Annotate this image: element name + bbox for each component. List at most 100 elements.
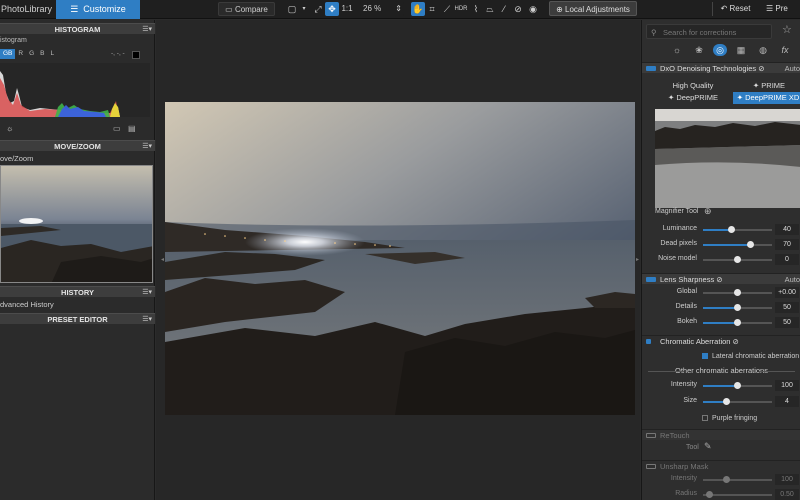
checkbox-unchecked[interactable] [702,415,708,421]
slider-value[interactable]: 40 [775,224,799,235]
slider-knob[interactable] [734,319,741,326]
slider-track[interactable] [703,304,772,311]
panel-menu-icon[interactable]: ☰▾ [142,24,152,35]
slider-ca-size[interactable]: Size 4 [642,396,800,408]
visibility-icon[interactable]: ⊘ [716,275,722,284]
sun-icon[interactable]: ☼ [6,124,13,133]
unsharp-mask-header[interactable]: Unsharp Mask [642,460,800,471]
reset-button[interactable]: ↶ Reset [712,2,758,16]
slider-track[interactable] [703,476,772,483]
checkbox-checked[interactable] [702,353,708,359]
eye-icon[interactable]: ◉ [526,2,540,16]
hdr-icon[interactable]: HDR [454,2,468,16]
slider-knob[interactable] [734,256,741,263]
denoise-toggle[interactable] [646,66,656,71]
slider-value[interactable]: 4 [775,396,799,407]
mode-high-quality[interactable]: High Quality [655,80,731,92]
mode-deepprime[interactable]: ✦ DeepPRIME [655,92,731,104]
purple-fringing-checkbox[interactable]: Purple fringing [702,415,757,422]
slider-knob[interactable] [747,241,754,248]
channel-b[interactable]: B [37,49,47,59]
slider-knob[interactable] [706,491,713,498]
navigator-thumbnail[interactable] [0,165,153,283]
slider-details[interactable]: Details 50 [642,302,800,314]
function-icon[interactable]: fx [778,44,792,56]
horizon-icon[interactable]: ⌇ [469,2,483,16]
panel-menu-icon[interactable]: ☰▾ [142,287,152,298]
hand-tool-icon[interactable]: ✋ [411,2,425,16]
color-icon[interactable]: ❀ [692,44,706,56]
slider-value[interactable]: 0.50 [775,489,799,500]
slider-value[interactable]: 100 [775,380,799,391]
move-icon[interactable]: ✥ [325,2,339,16]
compare-button[interactable]: ▭ Compare [218,2,275,16]
monitor-icon[interactable]: ▭ [113,124,121,133]
tab-photolibrary[interactable]: PhotoLibrary [0,0,56,19]
slider-ca-intensity[interactable]: Intensity 100 [642,380,800,392]
geometry-icon[interactable]: ▦ [734,44,748,56]
slider-value[interactable]: 50 [775,302,799,313]
slider-track[interactable] [703,382,772,389]
lens-sharpness-header[interactable]: Lens Sharpness ⊘ Auto [642,273,800,284]
slider-track[interactable] [703,226,772,233]
zoom-level-select[interactable]: 26 % ⇕ [360,2,404,16]
channel-rgb[interactable]: GB [0,49,16,59]
favorites-star-icon[interactable]: ☆ [782,23,792,36]
chromatic-toggle[interactable] [646,339,651,344]
denoise-auto[interactable]: Auto [785,63,800,74]
channel-l[interactable]: L [48,49,58,59]
light-icon[interactable]: ☼ [670,44,684,56]
slider-knob[interactable] [723,398,730,405]
slider-luminance[interactable]: Luminance 40 [642,224,800,236]
slider-value[interactable]: +0.00 [775,287,799,298]
crosshair-icon[interactable]: ⊕ [704,206,712,217]
slider-knob[interactable] [734,289,741,296]
slider-track[interactable] [703,319,772,326]
slider-track[interactable] [703,491,772,498]
denoise-section-header[interactable]: DxO Denoising Technologies ⊘ Auto [642,62,800,73]
histogram-header[interactable]: HISTOGRAM ☰▾ [0,23,155,34]
slider-bokeh[interactable]: Bokeh 50 [642,317,800,329]
slider-knob[interactable] [728,226,735,233]
slider-value[interactable]: 50 [775,317,799,328]
collapse-right-icon[interactable]: ▸ [636,256,639,263]
local-adjustments-button[interactable]: ⊕ Local Adjustments [549,1,637,16]
perspective-icon[interactable]: ⏢ [483,2,497,16]
slider-knob[interactable] [723,476,730,483]
slider-value[interactable]: 100 [775,474,799,485]
visibility-icon[interactable]: ⊘ [758,64,764,73]
preset-button[interactable]: ☰ Pre [766,2,800,16]
preset-editor-header[interactable]: PRESET EDITOR ☰▾ [0,313,155,324]
tab-customize[interactable]: ☰ Customize [56,0,140,19]
collapse-left-icon[interactable]: ◂ [161,256,164,263]
eyedropper-icon[interactable]: ⟋ [440,2,454,16]
chevron-down-icon[interactable]: ▾ [297,2,311,16]
unsharp-toggle[interactable] [646,464,656,469]
channel-r[interactable]: R [15,49,26,59]
visibility-icon[interactable]: ⊘ [733,337,739,346]
lateral-ca-checkbox[interactable]: Lateral chromatic aberration [702,353,799,360]
slider-value[interactable]: 0 [775,254,799,265]
mode-deepprime-xd[interactable]: ✦ DeepPRIME XD [733,92,800,104]
crop-icon[interactable]: ⌗ [425,2,439,16]
image-viewer[interactable]: ◂ ▸ [156,20,640,500]
slider-unsharp-intensity[interactable]: Intensity 100 [642,474,800,486]
chromatic-aberration-header[interactable]: Chromatic Aberration ⊘ [642,335,800,346]
channel-g[interactable]: G [26,49,37,59]
search-input[interactable]: ⚲ Search for corrections [646,24,772,39]
print-icon[interactable]: ▤ [128,124,136,133]
denoise-preview[interactable] [655,109,800,208]
retouch-brush-icon[interactable]: ✎ [704,441,712,452]
slider-knob[interactable] [734,304,741,311]
retouch-header[interactable]: ReTouch [642,429,800,440]
mode-prime[interactable]: ✦ PRIME [731,80,800,92]
slider-dead-pixels[interactable]: Dead pixels 70 [642,239,800,251]
slider-unsharp-radius[interactable]: Radius 0.50 [642,489,800,500]
history-header[interactable]: HISTORY ☰▾ [0,286,155,297]
zoom-1-1-button[interactable]: 1:1 [340,2,354,16]
slider-track[interactable] [703,289,772,296]
lens-sharpness-auto[interactable]: Auto [785,274,800,285]
history-item[interactable]: dvanced History [0,300,54,309]
slider-value[interactable]: 70 [775,239,799,250]
slider-track[interactable] [703,398,772,405]
